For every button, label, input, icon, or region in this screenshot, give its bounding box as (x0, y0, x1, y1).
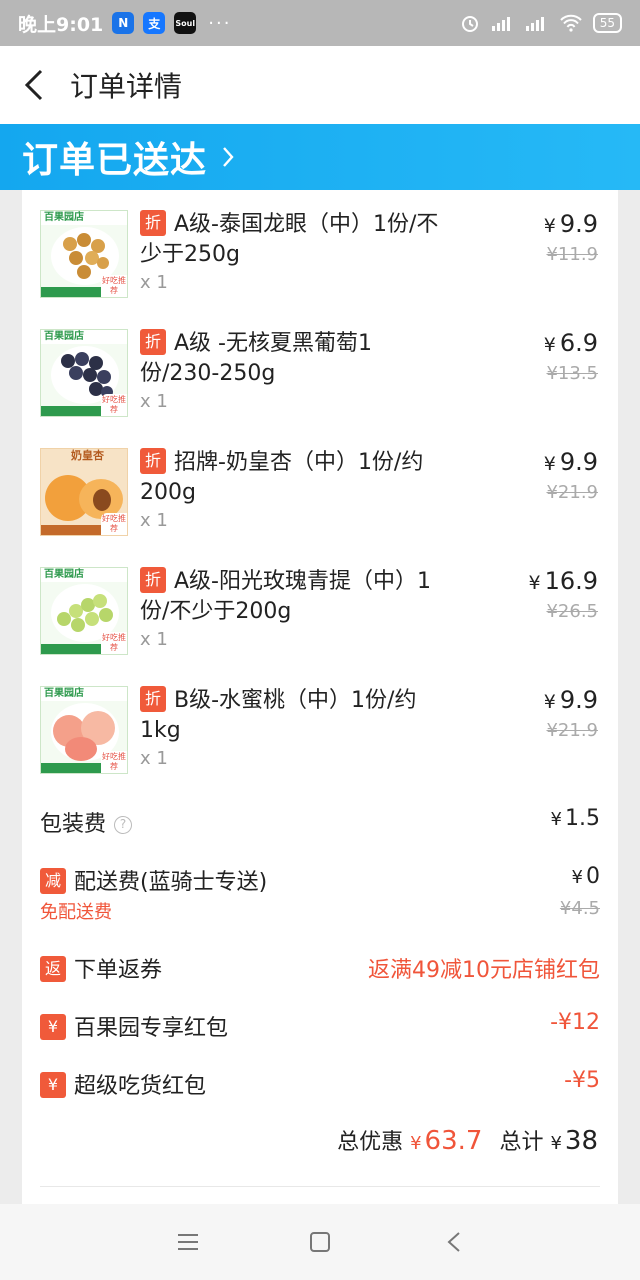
nav-bar: 订单详情 (0, 46, 640, 124)
product-image: 百果园店 好吃推荐 (40, 329, 128, 417)
product-quantity: x 1 (140, 748, 168, 769)
order-status-title: 订单已送达 (22, 140, 208, 181)
promo-row: ¥ 百果园专享红包 -¥12 (40, 1010, 600, 1042)
menu-icon[interactable] (174, 1228, 202, 1256)
alarm-icon (461, 16, 478, 32)
product-price: ¥6.9 (543, 329, 598, 357)
discount-badge: 折 (140, 329, 166, 355)
product-price: ¥16.9 (528, 567, 598, 595)
signal-icon-2 (525, 17, 544, 31)
order-card: 百果园店 好吃推荐 折 A级-泰国龙眼（中）1份/不少于250g x 1 ¥9.9… (22, 190, 618, 1204)
total-amount: ¥38 (550, 1126, 598, 1156)
discount-label: 总优惠 (337, 1130, 404, 1155)
order-item[interactable]: 百果园店 好吃推荐 折 B级-水蜜桃（中）1份/约1kg x 1 ¥9.9 ¥21… (22, 666, 618, 784)
product-name: 折招牌-奶皇杏（中）1份/约200g (140, 448, 424, 505)
help-icon[interactable]: ? (114, 816, 133, 834)
promo-value: -¥5 (564, 1068, 600, 1093)
signal-icon (491, 17, 510, 31)
soul-app-icon: Soul (174, 12, 197, 34)
wifi-icon (560, 14, 582, 32)
product-name: 折 A级 -无核夏黑葡萄1份/230-250g (140, 329, 372, 386)
product-image: 百果园店 好吃推荐 (40, 567, 128, 655)
product-name: 折 A级-阳光玫瑰青提（中）1份/不少于200g (140, 567, 431, 624)
product-quantity: x 1 (140, 391, 168, 412)
status-bar: 晚上9:01 N 支 Soul ··· 55 (0, 0, 640, 46)
discount-badge: 折 (140, 567, 166, 593)
promo-label: 百果园专享红包 (74, 1016, 229, 1041)
free-delivery-text: 免配送费 (40, 902, 112, 923)
packing-fee-row: 包装费? ¥1.5 (40, 806, 600, 838)
red-packet-badge: ¥ (40, 1072, 66, 1098)
order-item[interactable]: 百果园店 好吃推荐 折 A级 -无核夏黑葡萄1份/230-250g x 1 ¥6.… (22, 309, 618, 427)
delivery-fee-amount: ¥0 (571, 864, 600, 889)
product-quantity: x 1 (140, 510, 168, 531)
system-back-icon[interactable] (440, 1228, 468, 1256)
promo-row: ¥ 超级吃货红包 -¥5 (40, 1068, 600, 1100)
page-title: 订单详情 (70, 70, 183, 103)
product-original-price: ¥21.9 (546, 482, 598, 503)
packing-fee-amount: ¥1.5 (550, 806, 600, 831)
battery-icon: 55 (592, 13, 622, 33)
product-price: ¥9.9 (543, 686, 598, 714)
divider (40, 1186, 600, 1187)
product-original-price: ¥21.9 (546, 720, 598, 741)
order-item[interactable]: 百果园店 好吃推荐 折 A级-泰国龙眼（中）1份/不少于250g x 1 ¥9.9… (22, 190, 618, 308)
promo-label: 下单返券 (74, 958, 163, 983)
order-item[interactable]: 奶皇杏 好吃推荐 折招牌-奶皇杏（中）1份/约200g x 1 ¥9.9 ¥21… (22, 428, 618, 546)
total-label: 总计 (499, 1130, 544, 1155)
packing-fee-label: 包装费 (40, 812, 107, 837)
order-status-banner[interactable]: 订单已送达 (0, 124, 640, 190)
chevron-left-icon (24, 69, 43, 101)
home-icon[interactable] (306, 1228, 334, 1256)
product-original-price: ¥26.5 (546, 601, 598, 622)
product-image: 奶皇杏 好吃推荐 (40, 448, 128, 536)
back-button[interactable] (4, 46, 64, 124)
product-original-price: ¥13.5 (546, 363, 598, 384)
reduction-badge: 减 (40, 868, 66, 894)
promo-value: -¥12 (550, 1010, 600, 1035)
more-notifications-icon: ··· (208, 12, 232, 34)
promo-label: 超级吃货红包 (74, 1074, 207, 1099)
delivery-original-fee: ¥4.5 (559, 898, 600, 919)
delivery-fee-row: 减配送费(蓝骑士专送) 免配送费 ¥0 ¥4.5 (40, 864, 600, 924)
product-original-price: ¥11.9 (546, 244, 598, 265)
product-image: 百果园店 好吃推荐 (40, 210, 128, 298)
order-summary: 总优惠 ¥63.7 总计 ¥38 (337, 1124, 598, 1156)
discount-badge: 折 (140, 686, 166, 712)
product-image: 百果园店 好吃推荐 (40, 686, 128, 774)
red-packet-badge: ¥ (40, 1014, 66, 1040)
promo-row: 返下单返券 返满49减10元店铺红包 (40, 952, 600, 984)
product-name: 折 B级-水蜜桃（中）1份/约1kg (140, 686, 417, 743)
discount-amount: ¥63.7 (410, 1126, 483, 1156)
product-quantity: x 1 (140, 629, 168, 650)
promo-value: 返满49减10元店铺红包 (368, 958, 600, 983)
discount-badge: 折 (140, 210, 166, 236)
product-price: ¥9.9 (543, 210, 598, 238)
delivery-fee-label: 配送费(蓝骑士专送) (74, 870, 268, 895)
order-item[interactable]: 百果园店 好吃推荐 折 A级-阳光玫瑰青提（中）1份/不少于200g x 1 ¥1… (22, 547, 618, 665)
status-time: 晚上9:01 (18, 13, 104, 36)
alipay-icon: 支 (143, 12, 166, 34)
product-price: ¥9.9 (543, 448, 598, 476)
product-name: 折 A级-泰国龙眼（中）1份/不少于250g (140, 210, 439, 267)
product-quantity: x 1 (140, 272, 168, 293)
discount-badge: 折 (140, 448, 166, 474)
system-nav-bar (0, 1204, 640, 1280)
coupon-return-badge: 返 (40, 956, 66, 982)
chevron-right-icon (221, 145, 235, 169)
app-notification-icon: N (112, 12, 135, 34)
